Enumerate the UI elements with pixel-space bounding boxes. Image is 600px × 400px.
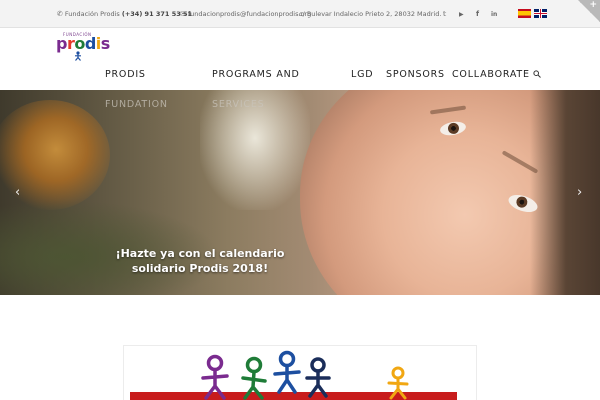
logo-letter: s	[100, 34, 111, 53]
phone-icon: ✆	[57, 10, 63, 18]
top-contact-bar: ✆ Fundación Prodis (+34) 91 371 53 51 ✉ fu…	[0, 0, 600, 28]
english-flag-icon[interactable]	[534, 9, 547, 18]
chevron-left-icon[interactable]: ‹	[15, 186, 20, 200]
facebook-icon[interactable]: f	[476, 9, 479, 19]
nav-lgd[interactable]: LGD	[351, 69, 373, 81]
child-figure-icon	[201, 354, 229, 400]
linkedin-icon[interactable]: in	[491, 10, 497, 20]
child-figure-icon	[387, 366, 409, 400]
nav-prodis[interactable]: PRODIS	[105, 69, 146, 81]
hero-slider[interactable]: ¡Hazte ya con el calendario solidario Pr…	[0, 90, 600, 295]
phone-label: Fundación Prodis	[64, 10, 120, 18]
nav-programs-sublabel[interactable]: SERVICES	[212, 99, 264, 111]
spanish-flag-icon[interactable]	[518, 9, 531, 18]
plus-icon: +	[589, 0, 597, 10]
nav-prodis-sublabel[interactable]: FUNDATION	[105, 99, 168, 111]
child-figure-icon	[241, 356, 267, 400]
nav-sponsors[interactable]: SPONSORS	[386, 69, 445, 81]
person-figure-icon	[75, 51, 81, 61]
hero-caption-line: solidario Prodis 2018!	[131, 262, 269, 275]
child-figure-icon	[305, 357, 331, 398]
nav-collaborate[interactable]: COLLABORATE	[452, 69, 530, 81]
address-label: c/ Bulevar Indalecio Prieto 2, 28032 Mad…	[299, 10, 442, 18]
hero-portrait-hair	[530, 90, 600, 295]
youtube-icon[interactable]: ▶	[459, 10, 464, 20]
email-contact[interactable]: ✉ fundacionprodis@fundacionprodis.org	[180, 9, 311, 19]
prodis-logo[interactable]: FUNDACIÓN prodis	[56, 32, 110, 62]
child-figure-icon	[273, 350, 301, 394]
nav-programs-services[interactable]: PROGRAMS AND	[212, 69, 300, 81]
hero-caption-line: ¡Hazte ya con el calendario	[115, 247, 285, 260]
site-header: FUNDACIÓN prodis PRODIS PROGRAMS AND LGD…	[0, 29, 600, 90]
email-link[interactable]: fundacionprodis@fundacionprodis.org	[188, 10, 311, 18]
hero-caption[interactable]: ¡Hazte ya con el calendario solidario Pr…	[110, 246, 290, 276]
chevron-right-icon[interactable]: ›	[577, 186, 582, 200]
phone-contact[interactable]: ✆ Fundación Prodis (+34) 91 371 53 51	[57, 9, 192, 19]
logo-letter: d	[84, 34, 96, 53]
corner-toggle-button[interactable]: +	[578, 0, 600, 22]
envelope-icon: ✉	[180, 10, 186, 18]
search-icon[interactable]	[533, 70, 541, 78]
address-text: c/ Bulevar Indalecio Prieto 2, 28032 Mad…	[299, 9, 441, 19]
twitter-icon[interactable]: 𝕥	[443, 9, 446, 19]
logo-letter: p	[56, 34, 67, 53]
